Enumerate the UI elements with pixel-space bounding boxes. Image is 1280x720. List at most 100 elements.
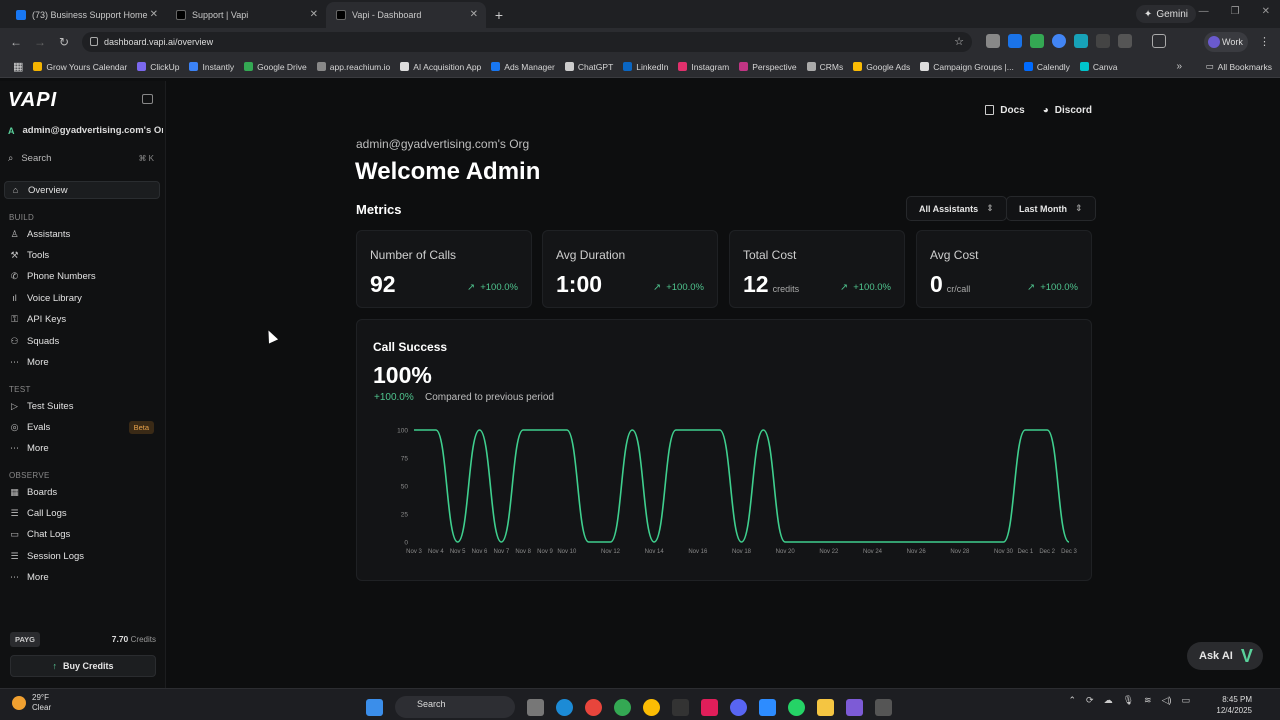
- extension-icon[interactable]: [1096, 34, 1110, 48]
- menu-icon[interactable]: ⋮: [1259, 35, 1270, 48]
- volume-icon[interactable]: ◁): [1162, 695, 1172, 706]
- sidebar-item-assistants[interactable]: ♙ Assistants: [4, 225, 160, 243]
- bookmark-item[interactable]: Perspective: [734, 62, 801, 72]
- bookmark-item[interactable]: CRMs: [802, 62, 849, 72]
- new-tab-button[interactable]: +: [486, 2, 512, 28]
- sidebar-item-phone-numbers[interactable]: ✆ Phone Numbers: [4, 268, 160, 286]
- sidebar-item-more[interactable]: ⋯ More: [4, 353, 160, 371]
- discord-button[interactable]: ◕ Discord: [1043, 101, 1092, 119]
- file-explorer-icon[interactable]: [817, 698, 834, 716]
- sidebar-item-squads[interactable]: ⚇ Squads: [4, 332, 160, 350]
- edge-icon[interactable]: [556, 698, 573, 716]
- whatsapp-icon[interactable]: [788, 698, 805, 716]
- sidebar-item-boards[interactable]: ▦ Boards: [4, 483, 160, 501]
- minimize-icon[interactable]: —: [1199, 6, 1209, 17]
- forward-icon[interactable]: →: [28, 35, 52, 49]
- bookmark-item[interactable]: ClickUp: [132, 62, 184, 72]
- profile-button[interactable]: Work: [1204, 32, 1248, 52]
- cloud-icon[interactable]: ☁: [1104, 695, 1113, 706]
- sidebar-item-session-logs[interactable]: ☰ Session Logs: [4, 547, 160, 565]
- site-info-icon[interactable]: [90, 37, 98, 46]
- bookmark-item[interactable]: Campaign Groups |...: [915, 62, 1019, 72]
- extensions-puzzle-icon[interactable]: [1118, 34, 1132, 48]
- close-window-icon[interactable]: ✕: [1262, 6, 1270, 17]
- copilot-icon[interactable]: [846, 698, 863, 716]
- windows-start-icon[interactable]: [366, 698, 383, 716]
- bookmark-item[interactable]: AI Acquisition App: [395, 62, 486, 72]
- extension-icon[interactable]: [1052, 34, 1066, 48]
- bookmark-item[interactable]: Canva: [1075, 62, 1123, 72]
- ask-ai-button[interactable]: Ask AI V: [1187, 642, 1263, 670]
- metric-change-value: +100.0%: [666, 282, 704, 293]
- assistant-filter-select[interactable]: All Assistants ⇕: [906, 196, 1007, 221]
- zoom-icon[interactable]: [759, 698, 776, 716]
- chrome-icon[interactable]: [585, 698, 602, 716]
- back-icon[interactable]: ←: [4, 35, 28, 49]
- chrome-icon[interactable]: [643, 698, 660, 716]
- apps-grid-icon[interactable]: ▦: [8, 60, 28, 73]
- credits-balance: 7.70 Credits: [112, 634, 156, 644]
- close-tab-icon[interactable]: ✕: [470, 9, 478, 20]
- app-icon[interactable]: [672, 698, 689, 716]
- bookmark-item[interactable]: ChatGPT: [560, 62, 618, 72]
- tray-overflow-icon[interactable]: ⌃: [1068, 695, 1076, 706]
- docs-button[interactable]: Docs: [985, 101, 1025, 119]
- weather-widget[interactable]: 29°F Clear: [12, 693, 51, 713]
- browser-tab[interactable]: (73) Business Support Home ✕: [6, 2, 166, 28]
- close-tab-icon[interactable]: ✕: [150, 9, 158, 20]
- taskbar-search[interactable]: Search: [395, 696, 515, 718]
- slack-icon[interactable]: [701, 698, 718, 716]
- taskbar-clock[interactable]: 8:45 PM 12/4/2025: [1216, 694, 1252, 716]
- sidebar-item-chat-logs[interactable]: ▭ Chat Logs: [4, 526, 160, 544]
- sidebar-item-api-keys[interactable]: ⚿ API Keys: [4, 311, 160, 329]
- buy-credits-button[interactable]: ↑ Buy Credits: [10, 655, 156, 677]
- bookmark-item[interactable]: Calendly: [1019, 62, 1075, 72]
- address-bar[interactable]: dashboard.vapi.ai/overview ☆: [82, 32, 972, 52]
- call-success-chart[interactable]: 0 25 50 75 100 Nov 3 Nov 4 Nov 5 Nov 6 Nov 7 Nov 8…: [377, 420, 1077, 560]
- sidebar-item-voice-library[interactable]: ıl Voice Library: [4, 289, 160, 307]
- bookmark-item[interactable]: app.reachium.io: [312, 62, 395, 72]
- sparkle-icon: ✦: [1143, 8, 1153, 20]
- extension-icon[interactable]: [986, 34, 1000, 48]
- sidebar-item-more[interactable]: ⋯ More: [4, 569, 160, 587]
- bookmark-item[interactable]: Google Drive: [239, 62, 312, 72]
- sync-icon[interactable]: ⟳: [1086, 695, 1094, 706]
- bookmark-item[interactable]: LinkedIn: [618, 62, 673, 72]
- extension-icon[interactable]: [1030, 34, 1044, 48]
- extension-icon[interactable]: [1074, 34, 1088, 48]
- extension-icon[interactable]: [1008, 34, 1022, 48]
- more-bookmarks-icon[interactable]: »: [1176, 61, 1182, 72]
- sidebar-item-evals[interactable]: ◎ Evals Beta: [4, 418, 160, 436]
- org-switcher[interactable]: A admin@gyadvertising.com's Org: [8, 125, 163, 136]
- all-bookmarks[interactable]: ▭ All Bookmarks: [1206, 61, 1272, 72]
- browser-tab-active[interactable]: Vapi - Dashboard ✕: [326, 2, 486, 28]
- sidebar-item-test-suites[interactable]: ▷ Test Suites: [4, 397, 160, 415]
- discord-app-icon[interactable]: [730, 698, 747, 716]
- mic-icon[interactable]: 🎙: [1123, 695, 1134, 706]
- bookmark-item[interactable]: Google Ads: [848, 62, 915, 72]
- bookmark-item[interactable]: Instantly: [184, 62, 239, 72]
- bookmark-star-icon[interactable]: ☆: [954, 35, 964, 48]
- calculator-icon[interactable]: [875, 698, 892, 716]
- sidebar-item-tools[interactable]: ⚒ Tools: [4, 246, 160, 264]
- close-tab-icon[interactable]: ✕: [310, 9, 318, 20]
- sidebar-item-overview[interactable]: ⌂ Overview: [4, 181, 160, 199]
- sidebar-item-more[interactable]: ⋯ More: [4, 440, 160, 458]
- vapi-logo[interactable]: VAPI: [8, 89, 57, 112]
- chrome-icon[interactable]: [614, 698, 631, 716]
- battery-icon[interactable]: ▭: [1181, 695, 1190, 706]
- reload-icon[interactable]: ↻: [52, 35, 76, 49]
- gemini-button[interactable]: ✦ Gemini: [1135, 5, 1196, 23]
- task-view-icon[interactable]: [527, 698, 544, 716]
- wifi-icon[interactable]: ≋: [1144, 695, 1152, 706]
- bookmark-item[interactable]: Ads Manager: [486, 62, 560, 72]
- search-input[interactable]: ⌕ Search ⌘ K: [8, 150, 158, 166]
- side-panel-icon[interactable]: [1152, 34, 1166, 48]
- bookmark-item[interactable]: Grow Yours Calendar: [28, 62, 132, 72]
- period-filter-select[interactable]: Last Month ⇕: [1006, 196, 1096, 221]
- browser-tab[interactable]: Support | Vapi ✕: [166, 2, 326, 28]
- sidebar-item-call-logs[interactable]: ☰ Call Logs: [4, 504, 160, 522]
- maximize-icon[interactable]: ❐: [1231, 6, 1240, 17]
- collapse-sidebar-icon[interactable]: [142, 94, 153, 104]
- bookmark-item[interactable]: Instagram: [673, 62, 734, 72]
